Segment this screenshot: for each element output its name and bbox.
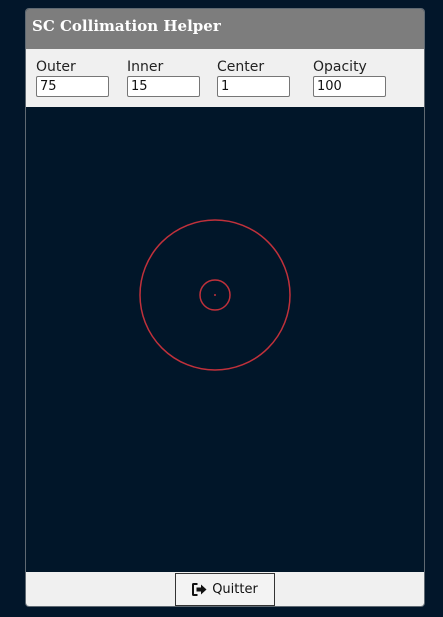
quit-button[interactable]: Quitter — [175, 573, 275, 606]
outer-label: Outer — [36, 59, 76, 75]
inner-label: Inner — [127, 59, 164, 75]
opacity-field: Opacity — [313, 60, 386, 97]
collimation-canvas — [26, 107, 424, 572]
quit-label: Quitter — [212, 582, 258, 597]
center-input[interactable] — [217, 76, 290, 97]
inner-field: Inner — [127, 60, 200, 97]
center-label: Center — [217, 59, 265, 75]
inner-input[interactable] — [127, 76, 200, 97]
sign-out-icon — [192, 583, 207, 596]
app-window: SC Collimation Helper Outer Inner Center… — [25, 8, 425, 607]
footer-bar: Quitter — [26, 572, 424, 606]
opacity-input[interactable] — [313, 76, 386, 97]
window-title: SC Collimation Helper — [26, 9, 424, 49]
controls-panel: Outer Inner Center Opacity — [26, 49, 424, 107]
opacity-label: Opacity — [313, 59, 367, 75]
center-field: Center — [217, 60, 290, 97]
outer-input[interactable] — [36, 76, 109, 97]
center-dot — [214, 294, 216, 296]
reticle-overlay — [139, 219, 291, 371]
outer-field: Outer — [36, 60, 109, 97]
